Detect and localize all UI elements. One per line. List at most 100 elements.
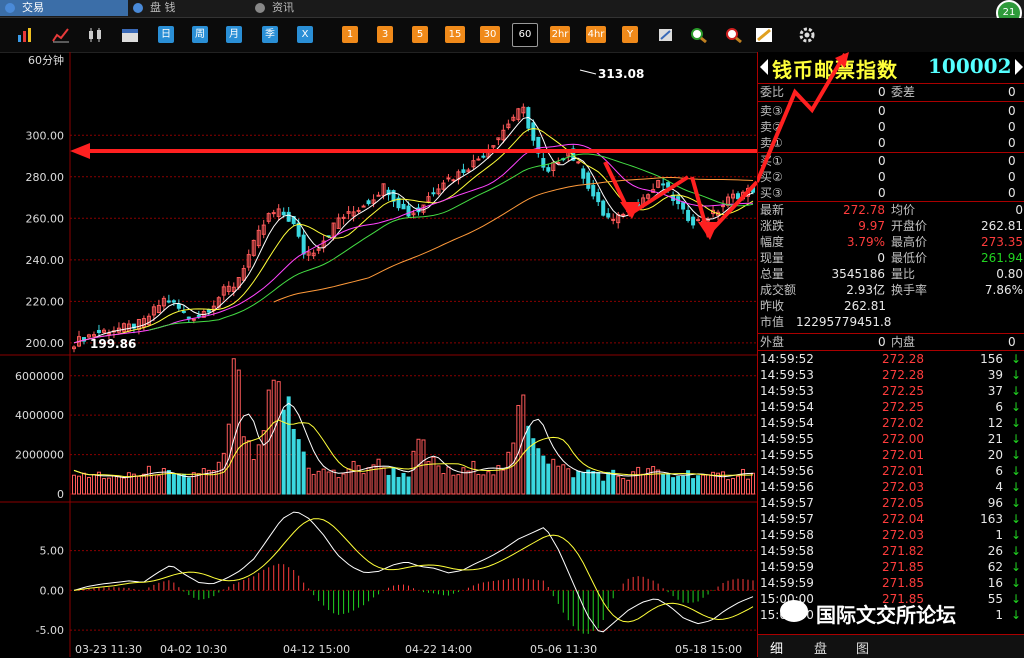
period-30min-button[interactable]: 30 xyxy=(480,26,500,43)
stat-label: 最新 xyxy=(760,203,785,217)
volume-bar xyxy=(336,477,341,495)
tab-chart[interactable]: 图 xyxy=(856,638,869,657)
candle-body xyxy=(531,122,536,141)
volume-bar xyxy=(531,438,536,495)
candle-body xyxy=(601,200,606,216)
volume-bar xyxy=(501,469,506,495)
volume-bar xyxy=(526,425,531,495)
indicator-icon[interactable] xyxy=(16,27,34,43)
period-4hr-button[interactable]: 4hr xyxy=(586,26,606,43)
volume-bar xyxy=(136,475,141,495)
draw-icon[interactable] xyxy=(657,27,675,43)
tick-row: 14:59:59 271.85 62 ↓ xyxy=(758,559,1024,575)
stat-row: 总量 3545186 量比 0.80 xyxy=(758,266,1024,282)
volume-bar xyxy=(291,428,296,495)
stat-value: 0.80 xyxy=(996,267,1023,281)
stat-value: 0 xyxy=(877,251,885,265)
volume-bar xyxy=(301,451,306,495)
time-tick: 05-18 15:00 xyxy=(675,643,742,656)
candlestick-icon[interactable] xyxy=(87,27,105,43)
tick-time: 14:59:56 xyxy=(760,480,814,494)
volume-bar xyxy=(376,458,381,495)
volume-bar xyxy=(101,478,106,495)
timeframe-label: 60分钟 xyxy=(28,53,64,67)
volume-bar xyxy=(271,379,276,495)
zoom-out-icon[interactable] xyxy=(725,27,743,43)
volume-bar xyxy=(746,478,751,495)
candle-body xyxy=(681,202,686,210)
macd-histogram xyxy=(73,511,754,634)
prev-instrument-icon[interactable] xyxy=(760,59,768,75)
market-icon xyxy=(133,3,143,13)
stat-value: 3.79% xyxy=(846,235,885,249)
period-month-button[interactable]: 月 xyxy=(226,26,242,43)
volume-bar xyxy=(181,473,186,495)
low-price-label: 199.86 xyxy=(90,337,136,351)
period-x-button[interactable]: X xyxy=(297,26,313,43)
volume-bar xyxy=(676,475,681,495)
pencil-icon[interactable] xyxy=(755,27,773,43)
stat-label: 最低价 xyxy=(891,251,928,265)
tick-volume: 16 xyxy=(987,576,1003,590)
period-60min-button[interactable]: 60 xyxy=(512,23,538,47)
price-tick: 280.00 xyxy=(26,171,65,184)
period-1min-button[interactable]: 1 xyxy=(342,26,358,43)
period-quarter-button[interactable]: 季 xyxy=(262,26,278,43)
volume-bar xyxy=(471,460,476,495)
bid-volume: 0 xyxy=(1008,154,1016,168)
tab-news[interactable]: 资讯 xyxy=(250,0,372,16)
stat-row: 最新 272.78 均价 0 xyxy=(758,202,1024,218)
period-2hr-button[interactable]: 2hr xyxy=(550,26,570,43)
candle-body xyxy=(481,155,486,158)
volume-bar xyxy=(596,472,601,495)
bid-row: 买② 0 0 xyxy=(758,169,1024,185)
down-arrow-icon: ↓ xyxy=(1010,512,1021,526)
high-price-label: 313.08 xyxy=(598,67,644,81)
candle-body xyxy=(176,303,181,309)
tab-market[interactable]: 盘 钱 xyxy=(128,0,250,16)
volume-bar xyxy=(381,467,386,495)
period-week-button[interactable]: 周 xyxy=(192,26,208,43)
tick-time: 14:59:58 xyxy=(760,544,814,558)
tick-volume: 96 xyxy=(987,496,1003,510)
period-day-button[interactable]: 日 xyxy=(158,26,174,43)
line-chart-icon[interactable] xyxy=(52,27,70,43)
period-3min-button[interactable]: 3 xyxy=(377,26,393,43)
volume-bar xyxy=(696,475,701,495)
tab-trade[interactable]: 交易 xyxy=(0,0,128,16)
tab-orderbook[interactable]: 盘 xyxy=(814,638,827,657)
candle-body xyxy=(301,234,306,255)
volume-bar xyxy=(396,476,401,495)
volume-bar xyxy=(646,468,651,495)
instrument-name: 钱币邮票指数 xyxy=(772,58,898,82)
period-5min-button[interactable]: 5 xyxy=(412,26,428,43)
forum-watermark: 国际文交所论坛 xyxy=(778,596,1023,628)
volume-bar xyxy=(411,450,416,495)
volume-tick: 0 xyxy=(57,488,64,501)
ask-volume: 0 xyxy=(1008,120,1016,134)
period-15min-button[interactable]: 15 xyxy=(445,26,465,43)
next-instrument-icon[interactable] xyxy=(1015,59,1023,75)
volume-bar xyxy=(561,464,566,495)
zoom-in-icon[interactable] xyxy=(690,27,708,43)
settings-icon[interactable] xyxy=(798,27,816,43)
period-year-button[interactable]: Y xyxy=(622,26,638,43)
price-tick: 300.00 xyxy=(26,129,65,142)
time-tick: 04-02 10:30 xyxy=(160,643,227,656)
macd-tick: 0.00 xyxy=(40,584,65,597)
stat-value: 9.97 xyxy=(858,219,885,233)
tick-volume: 12 xyxy=(987,416,1003,430)
volume-bar xyxy=(621,477,626,495)
tick-row: 14:59:55 272.00 21 ↓ xyxy=(758,431,1024,447)
tab-detail[interactable]: 细 xyxy=(770,638,783,657)
volume-bar xyxy=(466,470,471,495)
volume-bar xyxy=(76,475,81,495)
stat-label: 最高价 xyxy=(891,235,928,249)
volume-bar xyxy=(636,466,641,495)
tick-row: 14:59:54 272.02 12 ↓ xyxy=(758,415,1024,431)
tick-price: 272.01 xyxy=(882,448,924,462)
calendar-icon[interactable] xyxy=(121,27,139,43)
price-chart[interactable]: 60分钟 300.00 280.00 260.00 240.00 220.00 200.00… xyxy=(0,52,757,657)
volume-bar xyxy=(86,476,91,495)
volume-bar xyxy=(436,465,441,495)
